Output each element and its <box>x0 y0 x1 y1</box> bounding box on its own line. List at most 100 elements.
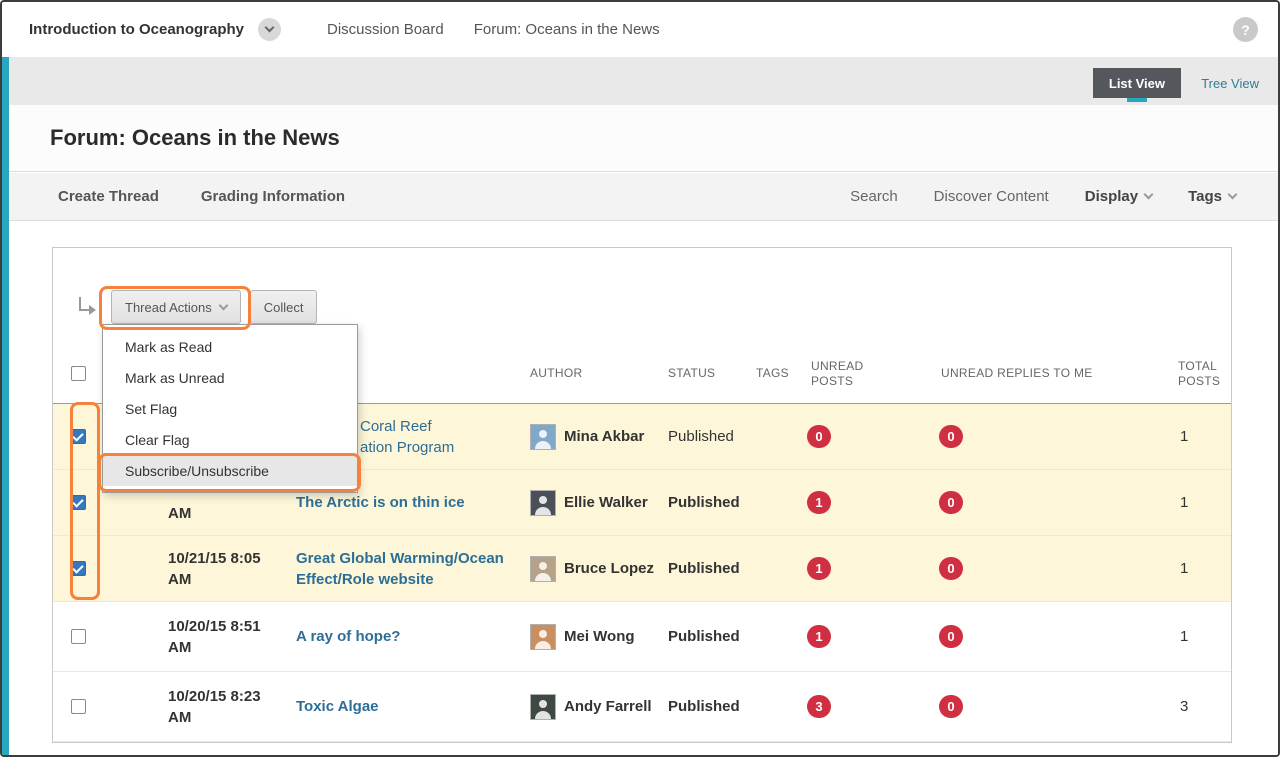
unread-posts-badge[interactable]: 1 <box>807 625 831 648</box>
author-name: Andy Farrell <box>564 697 652 717</box>
tab-tree-view[interactable]: Tree View <box>1201 76 1259 91</box>
table-row: 10/20/15 8:23 AM Toxic Algae Andy Farrel… <box>53 672 1231 742</box>
tab-list-view[interactable]: List View <box>1093 68 1181 98</box>
thread-actions-button[interactable]: Thread Actions <box>111 290 241 324</box>
thread-link[interactable]: Coral Reef ation Program <box>360 416 454 458</box>
list-view-label: List View <box>1109 76 1165 91</box>
author-cell: Andy Farrell <box>523 694 661 720</box>
invert-selection-arrow-icon[interactable] <box>75 294 99 320</box>
author-cell: Bruce Lopez <box>523 556 661 582</box>
active-tab-caret <box>1127 98 1147 102</box>
table-row: 10/21/15 8:05 AM Great Global Warming/Oc… <box>53 536 1231 602</box>
chevron-down-icon <box>1228 190 1238 200</box>
display-menu-button[interactable]: Display <box>1085 188 1152 205</box>
top-bar: Introduction to Oceanography Discussion … <box>2 2 1278 57</box>
select-all-checkbox[interactable] <box>71 366 86 381</box>
unread-posts-badge[interactable]: 3 <box>807 695 831 718</box>
unread-replies-badge[interactable]: 0 <box>939 695 963 718</box>
total-posts-value: 1 <box>1118 428 1231 445</box>
course-menu-button[interactable] <box>258 18 281 41</box>
thread-actions-menu: Mark as Read Mark as Unread Set Flag Cle… <box>102 324 358 493</box>
unread-posts-badge[interactable]: 0 <box>807 425 831 448</box>
status-text: Published <box>661 560 748 577</box>
thread-date: 10/21/15 8:05 AM <box>103 548 284 590</box>
action-bar-right: Search Discover Content Display Tags <box>850 188 1236 205</box>
author-name: Ellie Walker <box>564 493 648 513</box>
row-checkbox[interactable] <box>71 699 86 714</box>
unread-posts-badge[interactable]: 1 <box>807 491 831 514</box>
thread-link[interactable]: A ray of hope? <box>296 626 400 647</box>
avatar <box>530 424 556 450</box>
thread-toolbar: Thread Actions Collect <box>53 248 1231 324</box>
status-text: Published <box>661 428 748 445</box>
author-cell: Mina Akbar <box>523 424 661 450</box>
row-checkbox[interactable] <box>71 629 86 644</box>
avatar <box>530 556 556 582</box>
unread-posts-badge[interactable]: 1 <box>807 557 831 580</box>
page-title: Forum: Oceans in the News <box>50 125 340 151</box>
thread-link[interactable]: Great Global Warming/Ocean Effect/Role w… <box>296 548 523 590</box>
menu-item-mark-as-unread[interactable]: Mark as Unread <box>103 362 357 393</box>
author-cell: Mei Wong <box>523 624 661 650</box>
row-checkbox[interactable] <box>71 429 86 444</box>
total-posts-value: 1 <box>1118 628 1231 645</box>
unread-replies-badge[interactable]: 0 <box>939 557 963 580</box>
avatar <box>530 624 556 650</box>
avatar <box>530 490 556 516</box>
menu-item-clear-flag[interactable]: Clear Flag <box>103 424 357 455</box>
status-text: Published <box>661 698 748 715</box>
unread-replies-badge[interactable]: 0 <box>939 425 963 448</box>
total-posts-value: 1 <box>1118 494 1231 511</box>
create-thread-button[interactable]: Create Thread <box>58 188 159 205</box>
menu-item-mark-as-read[interactable]: Mark as Read <box>103 331 357 362</box>
total-posts-value: 3 <box>1118 698 1231 715</box>
total-posts-column-header: TOTAL POSTS <box>1118 359 1231 389</box>
status-column-header: STATUS <box>661 366 748 381</box>
tags-menu-button[interactable]: Tags <box>1188 188 1236 205</box>
chevron-down-icon <box>265 23 275 33</box>
collect-button[interactable]: Collect <box>250 290 318 324</box>
avatar <box>530 694 556 720</box>
breadcrumb-discussion-board[interactable]: Discussion Board <box>327 21 444 38</box>
screen: Introduction to Oceanography Discussion … <box>0 0 1280 757</box>
menu-item-set-flag[interactable]: Set Flag <box>103 393 357 424</box>
unread-posts-column-header: UNREAD POSTS <box>803 359 933 389</box>
grading-information-button[interactable]: Grading Information <box>201 188 345 205</box>
thread-date: 10/20/15 8:23 AM <box>103 686 284 728</box>
thread-link[interactable]: Toxic Algae <box>296 696 379 717</box>
thread-link[interactable]: The Arctic is on thin ice <box>296 492 465 513</box>
total-posts-value: 1 <box>1118 560 1231 577</box>
search-button[interactable]: Search <box>850 188 898 205</box>
status-text: Published <box>661 628 748 645</box>
title-area: Forum: Oceans in the News <box>9 105 1278 172</box>
thread-date: 10/20/15 8:51 AM <box>103 616 284 658</box>
chevron-down-icon <box>218 300 228 310</box>
author-name: Bruce Lopez <box>564 559 654 579</box>
thread-list-panel: Thread Actions Collect AUTHOR STATUS TAG… <box>52 247 1232 743</box>
unread-replies-badge[interactable]: 0 <box>939 491 963 514</box>
display-label: Display <box>1085 188 1138 205</box>
table-row: 10/20/15 8:51 AM A ray of hope? Mei Wong… <box>53 602 1231 672</box>
action-bar: Create Thread Grading Information Search… <box>9 173 1278 221</box>
menu-item-subscribe-unsubscribe[interactable]: Subscribe/Unsubscribe <box>103 455 357 486</box>
author-name: Mina Akbar <box>564 427 644 447</box>
author-cell: Ellie Walker <box>523 490 661 516</box>
row-checkbox[interactable] <box>71 495 86 510</box>
discover-content-button[interactable]: Discover Content <box>934 188 1049 205</box>
help-button[interactable]: ? <box>1233 17 1258 42</box>
author-column-header: AUTHOR <box>523 366 661 381</box>
unread-replies-column-header: UNREAD REPLIES TO ME <box>933 366 1118 381</box>
status-text: Published <box>661 494 748 511</box>
course-title: Introduction to Oceanography <box>29 21 244 38</box>
thread-actions-label: Thread Actions <box>125 300 212 315</box>
left-accent-stripe <box>2 57 9 755</box>
row-checkbox[interactable] <box>71 561 86 576</box>
collect-label: Collect <box>264 300 304 315</box>
action-bar-left: Create Thread Grading Information <box>58 188 345 205</box>
tags-label: Tags <box>1188 188 1222 205</box>
breadcrumb-forum: Forum: Oceans in the News <box>474 21 660 38</box>
chevron-down-icon <box>1144 190 1154 200</box>
unread-replies-badge[interactable]: 0 <box>939 625 963 648</box>
view-tab-band: List View Tree View <box>9 57 1278 105</box>
tags-column-header: TAGS <box>748 366 803 381</box>
